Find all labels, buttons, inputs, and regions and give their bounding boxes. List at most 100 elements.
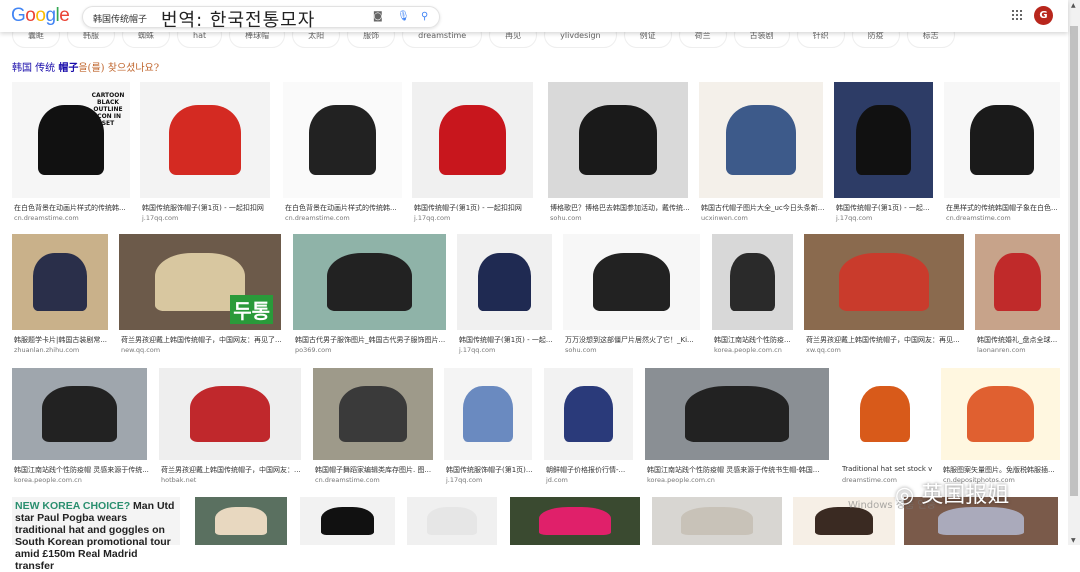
image-result[interactable]: 韩国古代男子服饰图片_韩国古代男子服饰图片... po369.com	[293, 234, 446, 356]
image-result[interactable]: 韩服题学卡片|韩国古装剧常... zhuanlan.zhihu.com	[12, 234, 108, 356]
result-caption[interactable]: 韩国传统帽子(第1页) - 一起...	[836, 203, 935, 213]
thumbnail-image[interactable]	[548, 82, 688, 198]
thumbnail-image[interactable]	[944, 82, 1060, 198]
thumbnail-image[interactable]	[407, 497, 497, 545]
image-subject	[729, 253, 776, 311]
thumbnail-image[interactable]: CARTOON BLACK OUTLINE ICON IN SET	[12, 82, 130, 198]
thumbnail-image[interactable]	[412, 82, 533, 198]
thumbnail-image[interactable]	[699, 82, 823, 198]
image-subject	[426, 506, 478, 536]
image-result[interactable]: 在白色背景在动画片样式的传统韩... cn.dreamstime.com	[283, 82, 402, 224]
result-caption[interactable]: 韩国传统服饰帽子(第1页)...	[446, 465, 534, 475]
result-caption[interactable]: 韩国传统婚礼_盘点全球...	[977, 335, 1062, 345]
scroll-up-icon[interactable]: ▲	[1071, 2, 1076, 9]
result-caption[interactable]: 韩国帽子舞蹈家编辑类库存图片. 图...	[315, 465, 435, 475]
result-caption[interactable]: 荷兰男孩迎戴上韩国传统帽子，中国网友：...	[161, 465, 303, 475]
thumbnail-image[interactable]	[645, 368, 829, 460]
thumbnail-image[interactable]	[12, 368, 147, 460]
thumbnail-image[interactable]	[300, 497, 395, 545]
image-result[interactable]: 韩国传统服饰帽子(第1页)... j.17qq.com	[444, 368, 534, 486]
image-result[interactable]	[510, 497, 640, 545]
image-result[interactable]: 韩国江南站践个性防疫帽 灵感来源于传统书生帽-韩国... korea.people…	[645, 368, 829, 486]
image-result[interactable]: 韩国传统帽子(第1页) - 一起扣扣网 j.17qq.com	[412, 82, 533, 224]
thumbnail-image[interactable]	[544, 368, 633, 460]
thumbnail-image[interactable]	[283, 82, 402, 198]
result-caption[interactable]: 韩国传统帽子(第1页) - 一起扣扣网	[414, 203, 535, 213]
search-icon[interactable]: ⚲	[421, 11, 428, 22]
image-result[interactable]	[407, 497, 497, 545]
thumbnail-image[interactable]	[313, 368, 433, 460]
image-result[interactable]: 万万没想到这部僵尸片居然火了它！_Ki... sohu.com	[563, 234, 700, 356]
result-caption[interactable]: 朝鲜帽子价格报价行情-...	[546, 465, 635, 475]
thumbnail-image[interactable]	[444, 368, 532, 460]
avatar[interactable]: G	[1034, 6, 1053, 25]
image-result[interactable]	[300, 497, 395, 545]
result-caption[interactable]: 韩国传统帽子(第1页) - 一起...	[459, 335, 554, 345]
scrollbar[interactable]: ▲ ▼	[1068, 0, 1080, 545]
image-result[interactable]: 荷兰男孩迎戴上韩国传统帽子，中国网友：... hotbak.net	[159, 368, 301, 486]
image-result[interactable]: 荷兰男孩迎戴上韩国传统帽子，中国网友：再见... xw.qq.com	[804, 234, 964, 356]
image-result[interactable]: 韩国传统服饰帽子(第1页) - 一起扣扣网 j.17qq.com	[140, 82, 270, 224]
image-result[interactable]: 韩国古代帽子图片大全_uc今日头条新... ucxinwen.com	[699, 82, 825, 224]
result-caption[interactable]: 韩服图案矢量图片。免版税韩服插...	[943, 465, 1062, 475]
result-caption[interactable]: 韩国江南站践个性防疫帽 灵感来源于传统...	[14, 465, 149, 475]
thumbnail-image[interactable]	[652, 497, 782, 545]
thumbnail-image[interactable]	[804, 234, 964, 330]
camera-icon[interactable]: ◙	[373, 11, 383, 22]
result-caption[interactable]: 韩国江南站践个性防疫帽 灵感来源于传统书生帽-韩国...	[647, 465, 831, 475]
thumbnail-image[interactable]	[12, 234, 108, 330]
result-caption[interactable]: 韩国传统服饰帽子(第1页) - 一起扣扣网	[142, 203, 272, 213]
result-caption[interactable]: 荷兰男孩迎戴上韩国传统帽子，中国网友：再见了...	[121, 335, 283, 345]
image-result[interactable]: 在黑样式的传统韩国帽子象在白色... cn.dreamstime.com	[944, 82, 1060, 224]
thumbnail-image[interactable]	[140, 82, 270, 198]
result-caption[interactable]: 在白色背景在动画片样式的传统韩...	[285, 203, 404, 213]
thumbnail-image[interactable]	[975, 234, 1060, 330]
thumbnail-image[interactable]	[563, 234, 700, 330]
image-result[interactable]: Traditional hat set stock v... dreamstime…	[840, 368, 932, 486]
image-result[interactable]: 韩国江南站践个性防疫帽 灵感来源于传统... korea.people.com.c…	[12, 368, 149, 486]
image-result[interactable]: 韩国传统帽子(第1页) - 一起... j.17qq.com	[834, 82, 933, 224]
apps-grid-icon[interactable]	[1012, 10, 1022, 20]
result-caption[interactable]: 在黑样式的传统韩国帽子象在白色...	[946, 203, 1062, 213]
image-result[interactable]	[652, 497, 782, 545]
image-subject	[41, 386, 118, 442]
thumbnail-image[interactable]	[159, 368, 301, 460]
mic-icon[interactable]: 🎙	[397, 11, 410, 22]
did-you-mean[interactable]: 韩国 传统 帽子을(를) 찾으셨나요?	[12, 59, 159, 74]
scroll-down-icon[interactable]: ▼	[1071, 537, 1076, 544]
thumbnail-image[interactable]	[293, 234, 446, 330]
result-caption[interactable]: 韩国江南站践个性防疫...	[714, 335, 795, 345]
result-caption[interactable]: Traditional hat set stock v...	[842, 465, 932, 473]
image-result[interactable]: 韩国传统帽子(第1页) - 一起... j.17qq.com	[457, 234, 554, 356]
thumbnail-image[interactable]	[457, 234, 552, 330]
thumbnail-image[interactable]	[941, 368, 1060, 460]
result-caption[interactable]: 在白色背景在动画片样式的传统韩...	[14, 203, 132, 213]
result-caption[interactable]: 韩服题学卡片|韩国古装剧常...	[14, 335, 110, 345]
image-result[interactable]: 두통 荷兰男孩迎戴上韩国传统帽子，中国网友：再见了... new.qq.com	[119, 234, 283, 356]
result-caption[interactable]: 韩国古代男子服饰图片_韩国古代男子服饰图片...	[295, 335, 448, 345]
image-result[interactable]: 韩服图案矢量图片。免版税韩服插... cn.depositphotos.com	[941, 368, 1060, 486]
result-caption[interactable]: 韩国古代帽子图片大全_uc今日头条新...	[701, 203, 825, 213]
search-box[interactable]: 韩国传统帽子 번역: 한국전통모자 ◙ 🎙 ⚲	[82, 6, 440, 31]
google-logo[interactable]: Google	[11, 5, 70, 27]
result-caption[interactable]: 万万没想到这部僵尸片居然火了它！_Ki...	[565, 335, 702, 345]
thumbnail-image[interactable]	[195, 497, 287, 545]
result-caption[interactable]: 荷兰男孩迎戴上韩国传统帽子，中国网友：再见...	[806, 335, 966, 345]
image-result[interactable]: CARTOON BLACK OUTLINE ICON IN SET 在白色背景在动…	[12, 82, 130, 224]
thumbnail-image[interactable]: 두통	[119, 234, 281, 330]
thumbnail-image[interactable]	[834, 82, 933, 198]
image-result[interactable]: 博格歌巴？博格巴去韩国参加活动，戴传统... sohu.com	[548, 82, 690, 224]
search-input[interactable]: 韩国传统帽子	[93, 12, 147, 25]
image-subject	[593, 253, 670, 311]
scrollbar-thumb[interactable]	[1070, 26, 1078, 496]
image-result[interactable]: 韩国江南站践个性防疫... korea.people.com.cn	[712, 234, 793, 356]
image-result[interactable]: 朝鲜帽子价格报价行情-... jd.com	[544, 368, 633, 486]
image-result[interactable]: 韩国帽子舞蹈家编辑类库存图片. 图... cn.dreamstime.com	[313, 368, 433, 486]
news-image-result[interactable]: NEW KOREA CHOICE? Man Utd star Paul Pogb…	[12, 497, 180, 572]
thumbnail-image[interactable]	[712, 234, 793, 330]
result-caption[interactable]: 博格歌巴？博格巴去韩国参加活动，戴传统...	[550, 203, 690, 213]
image-result[interactable]: 韩国传统婚礼_盘点全球... laonanren.com	[975, 234, 1060, 356]
thumbnail-image[interactable]	[510, 497, 640, 545]
image-result[interactable]	[195, 497, 287, 545]
thumbnail-image[interactable]	[840, 368, 930, 460]
